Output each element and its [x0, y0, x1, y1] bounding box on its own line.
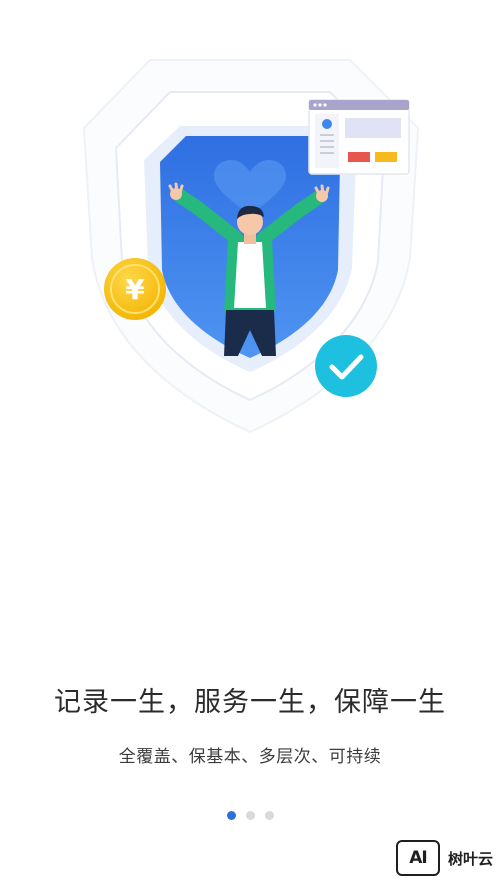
watermark-logo: AI	[396, 840, 440, 876]
watermark: AI 树叶云	[396, 838, 493, 878]
watermark-brand: 树叶云	[448, 849, 494, 868]
check-circle-icon	[315, 335, 377, 397]
onboarding-subline: 全覆盖、保基本、多层次、可持续	[118, 747, 382, 767]
coin-symbol: ¥	[125, 273, 145, 306]
watermark-logo-text: AI	[409, 848, 428, 868]
onboarding-screen: ¥ 记录一生，服务一生，保障一生 全覆盖、保基本、多层次、可持续 AI 树叶云	[0, 0, 500, 889]
page-indicator	[0, 809, 500, 821]
page-dot-3[interactable]	[264, 810, 274, 820]
page-dot-2[interactable]	[245, 810, 255, 820]
page-dot-1[interactable]	[226, 810, 236, 820]
onboarding-headline: 记录一生，服务一生，保障一生	[54, 687, 446, 718]
yuan-coin-icon: ¥	[104, 258, 166, 320]
profile-card-window	[308, 99, 410, 175]
security-shield-illustration: ¥	[82, 59, 420, 434]
